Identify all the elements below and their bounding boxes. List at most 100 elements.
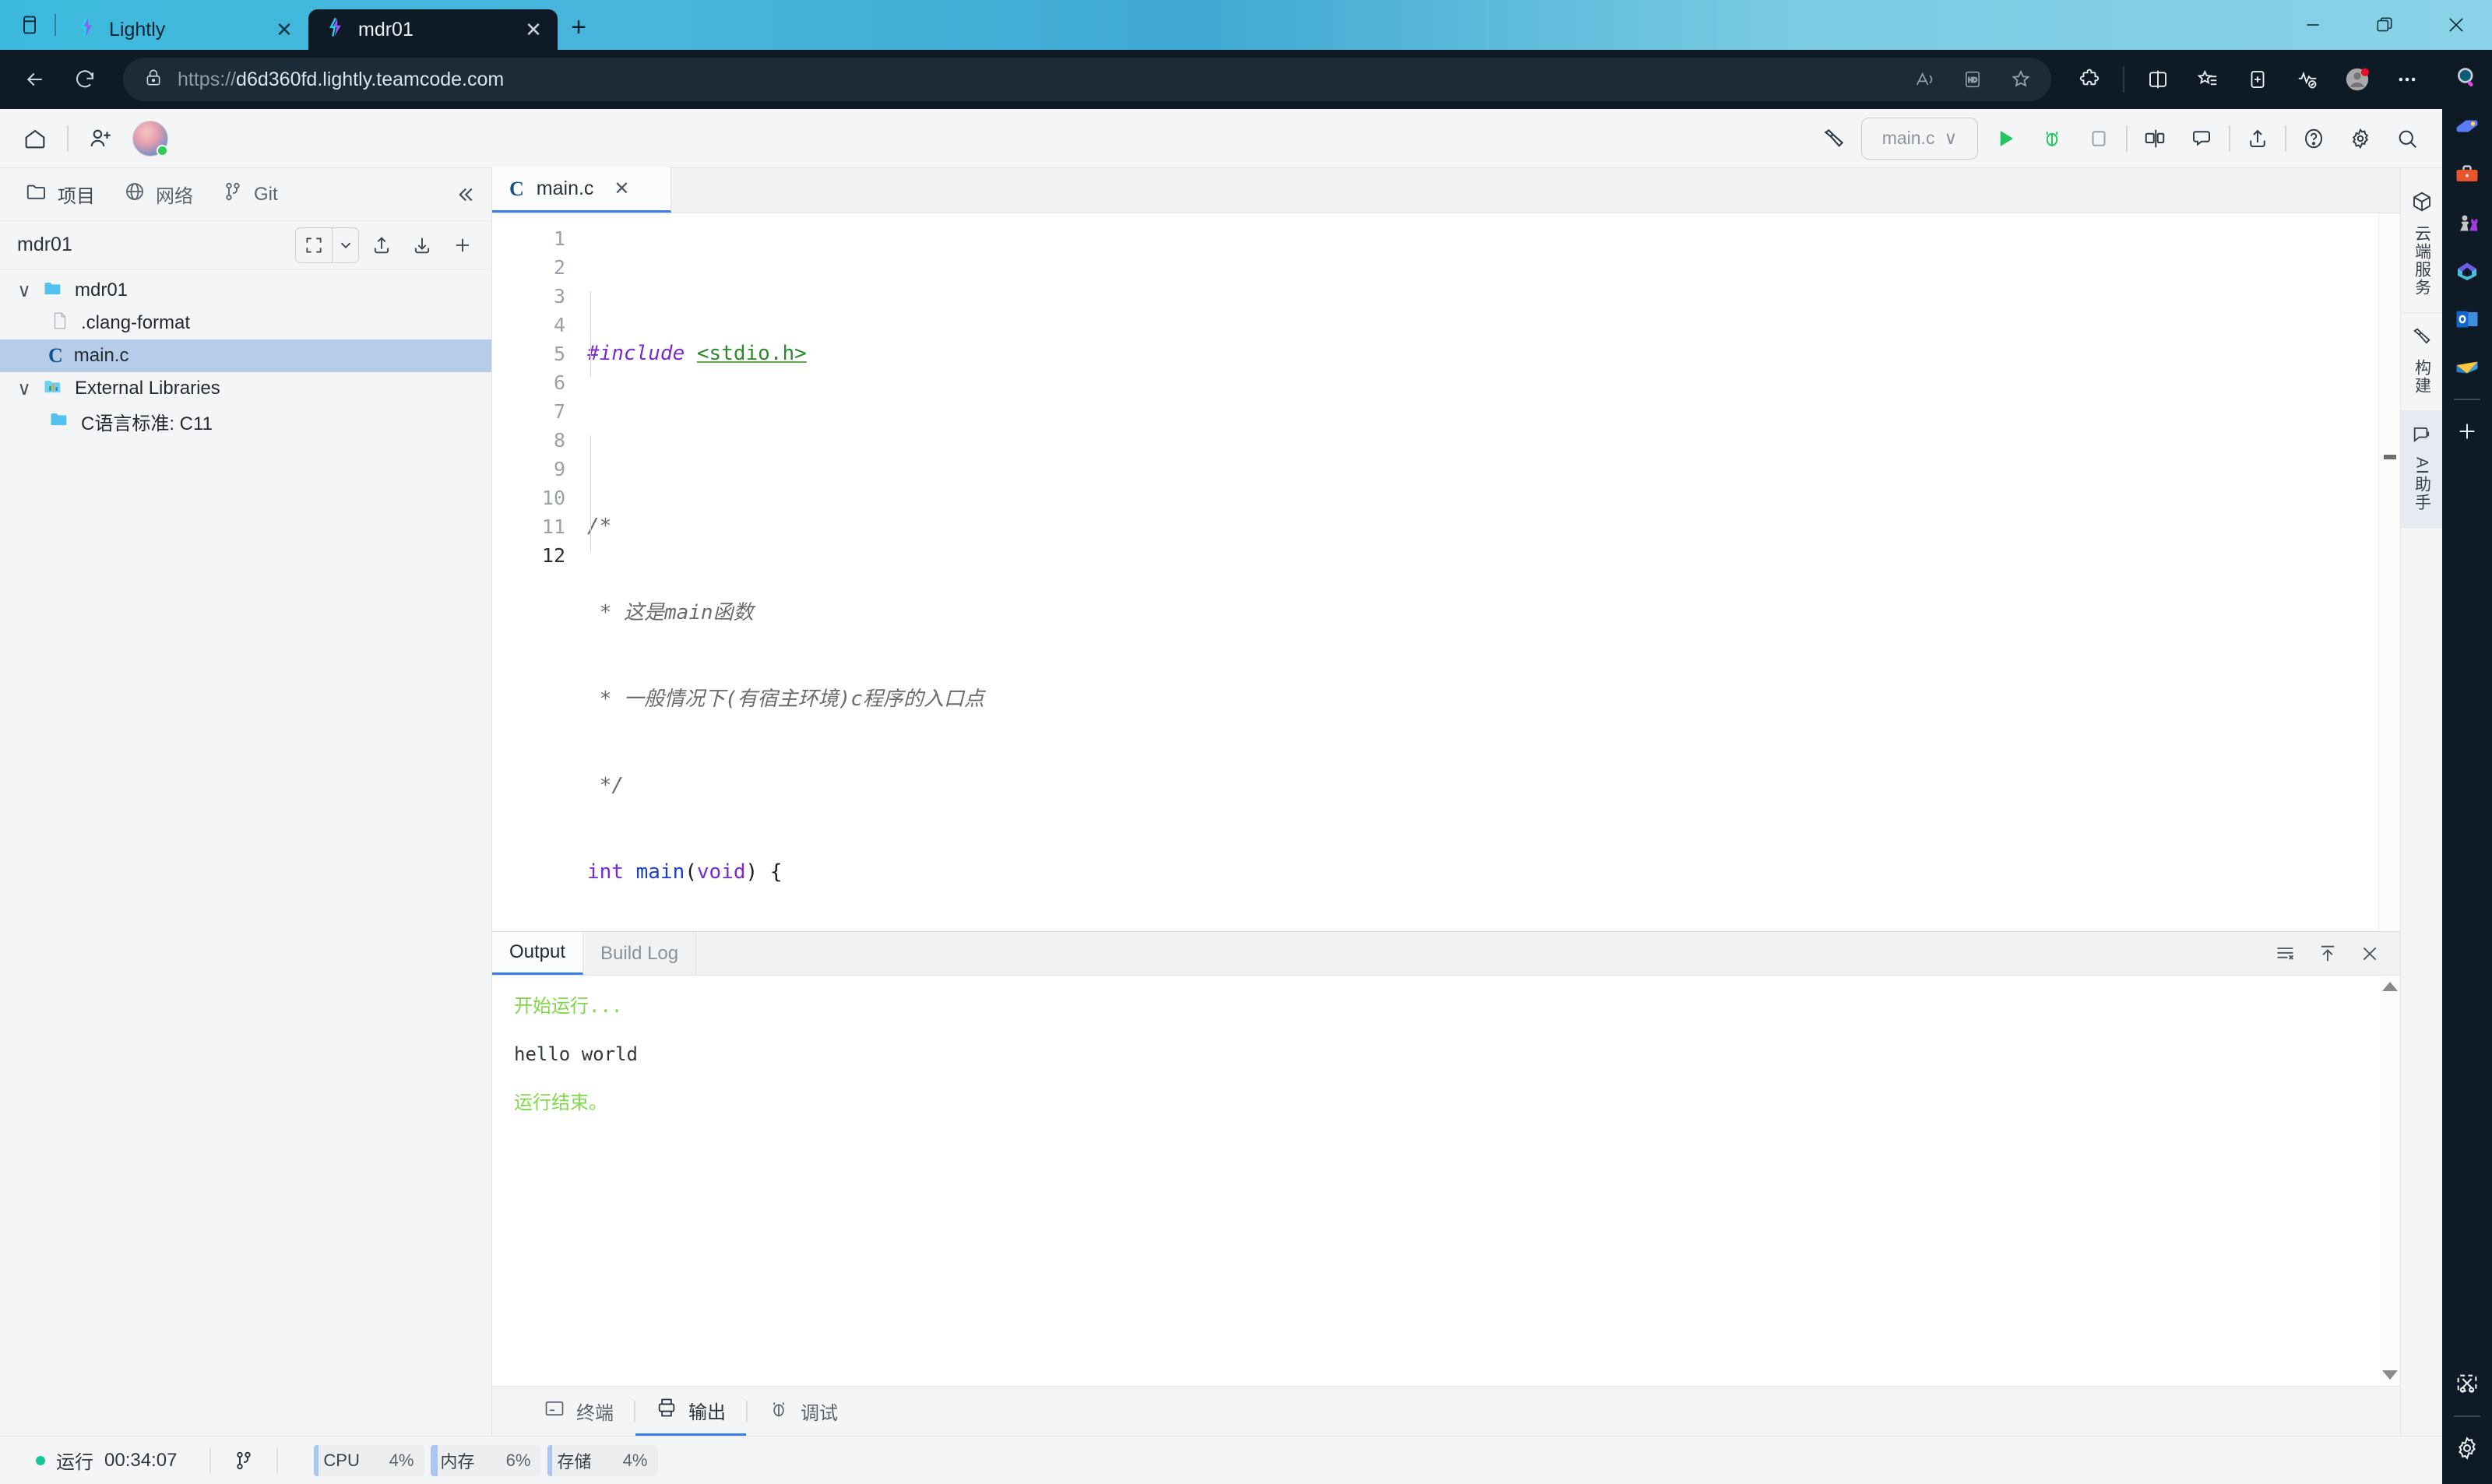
chevron-down-icon[interactable]: ∨ [14, 280, 34, 302]
collections-icon[interactable] [2185, 57, 2230, 102]
tab-search-icon[interactable] [8, 0, 51, 50]
tree-item-mdr01[interactable]: ∨ mdr01 [0, 274, 491, 307]
hammer-build-icon[interactable] [1814, 119, 1853, 158]
invite-user-icon[interactable] [81, 119, 120, 158]
scroll-top-icon[interactable] [2311, 937, 2344, 970]
paper-plane-icon[interactable] [2450, 350, 2484, 385]
tab-build-log[interactable]: Build Log [583, 932, 697, 975]
sidebar-divider-bottom [2454, 1415, 2480, 1417]
home-icon[interactable] [16, 119, 55, 158]
favorite-star-icon[interactable] [1998, 57, 2043, 102]
lock-icon [143, 68, 164, 92]
sidebar-divider [2454, 399, 2480, 400]
meter-memory[interactable]: 内存 6% [431, 1444, 542, 1476]
lightly-logo-icon [326, 16, 347, 44]
code-text[interactable]: #include <stdio.h> /* * 这是main函数 * 一般情况下… [578, 213, 2400, 931]
refresh-icon[interactable] [62, 57, 107, 102]
office-icon[interactable] [2450, 254, 2484, 288]
meter-label: 存储 [557, 1451, 592, 1472]
close-icon[interactable]: ✕ [614, 178, 629, 200]
user-avatar[interactable] [132, 120, 168, 156]
footer-tab-output[interactable]: 输出 [635, 1387, 746, 1436]
search-icon[interactable] [2450, 61, 2484, 95]
collapse-left-icon[interactable] [446, 176, 484, 213]
outlook-icon[interactable] [2450, 302, 2484, 336]
meter-storage[interactable]: 存储 4% [547, 1444, 659, 1476]
sidebar-tab-git[interactable]: Git [210, 173, 289, 216]
chevron-down-icon[interactable]: ∨ [14, 378, 34, 400]
split-screen-icon[interactable] [2135, 57, 2180, 102]
scroll-up-arrow-icon[interactable] [2382, 982, 2398, 991]
clear-output-icon[interactable] [2269, 937, 2302, 970]
footer-tab-terminal[interactable]: 终端 [523, 1387, 634, 1436]
more-options-icon[interactable] [2385, 57, 2430, 102]
scrollbar-thumb[interactable] [2384, 455, 2396, 459]
browser-tab-mdr01[interactable]: mdr01 ✕ [308, 9, 558, 50]
meter-cpu[interactable]: CPU 4% [314, 1444, 425, 1476]
close-panel-icon[interactable] [2353, 937, 2386, 970]
rail-item-build[interactable]: 构建 [2401, 313, 2442, 411]
chevron-down-icon[interactable] [332, 227, 358, 262]
close-icon[interactable] [2420, 0, 2492, 50]
browser-tab-lightly[interactable]: Lightly ✕ [59, 9, 308, 50]
settings-icon[interactable] [2341, 119, 2380, 158]
tree-item-c-standard[interactable]: C语言标准: C11 [0, 405, 491, 438]
expand-all-group[interactable] [295, 227, 359, 263]
games-icon[interactable] [2450, 206, 2484, 240]
sidebar-tab-label: Git [254, 183, 278, 205]
stop-icon[interactable] [2079, 119, 2118, 158]
new-tab-button[interactable]: + [558, 6, 600, 48]
code-editor[interactable]: 1 2 3 4 5 6 7 8 9 10 11 12 #include <std… [492, 213, 2400, 931]
build-target-select[interactable]: main.c ∨ [1861, 117, 1978, 160]
output-content[interactable]: 开始运行... hello world 运行结束。 [492, 976, 2400, 1386]
browser-essentials-icon[interactable] [2285, 57, 2330, 102]
profile-avatar-icon[interactable] [2335, 57, 2380, 102]
run-icon[interactable] [1986, 119, 2025, 158]
tools-briefcase-icon[interactable] [2450, 157, 2484, 192]
search-icon[interactable] [2388, 119, 2427, 158]
line-number: 12 [541, 544, 565, 567]
scroll-down-arrow-icon[interactable] [2382, 1370, 2398, 1380]
settings-gear-icon[interactable] [2450, 1431, 2484, 1465]
comment-icon[interactable] [2182, 119, 2221, 158]
sidebar-tab-network[interactable]: 网络 [112, 173, 204, 216]
share-upload-icon[interactable] [2238, 119, 2277, 158]
extensions-icon[interactable] [2067, 57, 2112, 102]
expand-all-icon[interactable] [296, 228, 332, 262]
add-app-icon[interactable] [2450, 414, 2484, 448]
rail-item-cloud-services[interactable]: 云端服务 [2401, 178, 2442, 313]
folder-blue-icon [42, 277, 64, 304]
tab-close-icon[interactable]: ✕ [271, 16, 297, 43]
rail-item-ai-assistant[interactable]: AI助手 [2401, 411, 2442, 528]
help-icon[interactable] [2294, 119, 2333, 158]
tab-output[interactable]: Output [492, 932, 584, 975]
tree-item-clang-format[interactable]: .clang-format [0, 307, 491, 339]
output-scrollbar[interactable] [2380, 976, 2400, 1386]
hd-icon[interactable]: HD [1950, 57, 1995, 102]
tree-item-external-libraries[interactable]: ∨ External Libraries [0, 372, 491, 405]
minimize-icon[interactable] [2277, 0, 2349, 50]
footer-tab-debug[interactable]: 调试 [748, 1387, 858, 1436]
lightly-ide: main.c ∨ 项目 网络 Git mdr01 ∨ mdr01 .clang-… [0, 109, 2442, 1484]
read-aloud-icon[interactable] [1902, 57, 1947, 102]
back-icon[interactable] [12, 57, 58, 102]
address-bar[interactable]: https://d6d360fd.lightly.teamcode.com HD [123, 58, 2051, 101]
editor-scrollbar[interactable] [2378, 213, 2400, 931]
upload-icon[interactable] [364, 227, 399, 263]
toolbar-divider [2123, 66, 2124, 93]
debug-icon[interactable] [2033, 119, 2071, 158]
download-icon[interactable] [404, 227, 440, 263]
output-line-blank [514, 1067, 2400, 1091]
shopping-tag-icon[interactable] [2450, 109, 2484, 143]
tab-close-icon[interactable]: ✕ [520, 16, 547, 43]
add-icon[interactable] [445, 227, 480, 263]
layout-icon[interactable] [2135, 119, 2174, 158]
git-branch-icon[interactable] [227, 1444, 261, 1478]
sidebar-tab-project[interactable]: 项目 [14, 173, 106, 216]
screenshot-scissors-icon[interactable] [2450, 1367, 2484, 1401]
restore-icon[interactable] [2349, 0, 2420, 50]
editor-tab-main-c[interactable]: C main.c ✕ [492, 167, 671, 213]
run-status[interactable]: 运行 00:34:07 [19, 1447, 194, 1474]
tree-item-main-c[interactable]: C main.c [0, 339, 491, 372]
add-to-device-icon[interactable] [2235, 57, 2280, 102]
